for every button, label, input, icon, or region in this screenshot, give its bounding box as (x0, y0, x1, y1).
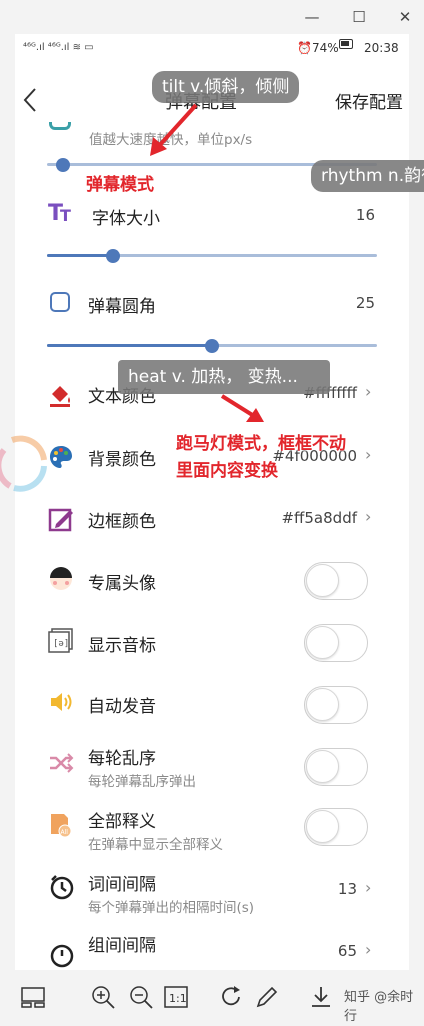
border-color-label: 边框颜色 (88, 512, 156, 532)
panel-layout-icon[interactable] (20, 984, 46, 1010)
phonetic-toggle-knob (306, 626, 339, 659)
word-interval-chevron-icon[interactable]: › (365, 878, 371, 897)
rounded-corner-icon (50, 292, 70, 312)
font-size-label: 字体大小 (92, 209, 160, 229)
font-size-slider-thumb[interactable] (106, 249, 120, 263)
settings-list: 值越大速度越快，单位px/s T T 字体大小 16 弹幕圆角 25 文本颜色 (15, 122, 409, 970)
autoplay-toggle-knob (306, 688, 339, 721)
group-timer-icon (50, 944, 74, 968)
annotation-arrow-icon (150, 103, 198, 156)
paint-bucket-icon (50, 386, 70, 407)
maximize-button[interactable]: ☐ (345, 4, 373, 30)
speed-icon (49, 122, 71, 130)
border-color-value: #ff5a8ddf (281, 509, 357, 527)
bg-color-label: 背景颜色 (88, 450, 156, 470)
autoplay-toggle[interactable] (304, 686, 368, 724)
svg-text:1:1: 1:1 (169, 992, 187, 1005)
full-definition-description: 在弹幕中显示全部释义 (88, 837, 223, 853)
font-size-value: 16 (355, 206, 375, 224)
back-arrow-icon[interactable] (19, 86, 41, 114)
font-size-slider[interactable] (47, 249, 377, 263)
phonetic-label: 显示音标 (88, 636, 156, 656)
text-color-chevron-icon[interactable]: › (365, 382, 371, 401)
battery-indicator: ⏰74% (297, 41, 339, 55)
radius-label: 弹幕圆角 (88, 297, 156, 317)
annotation-marquee-line1: 跑马灯模式，框框不动 (176, 434, 346, 454)
status-bar: ⁴⁶ᴳ.ıl ⁴⁶ᴳ.ıl ≋ ▭ ⏰74% 20:38 (15, 34, 409, 62)
avatar-toggle-knob (306, 564, 339, 597)
danmaku-bubble-heat: heat v. 加热， 变热... (118, 360, 330, 394)
avatar-icon (50, 567, 72, 590)
save-config-button[interactable]: 保存配置 (335, 88, 403, 113)
word-interval-description: 每个弹幕弹出的相隔时间(s) (88, 900, 255, 916)
zoom-in-icon[interactable] (90, 984, 116, 1010)
window-titlebar: — ☐ ✕ (0, 0, 424, 34)
bg-color-chevron-icon[interactable]: › (365, 445, 371, 464)
full-definition-toggle-knob (306, 810, 339, 843)
font-size-slider-fill (47, 254, 113, 257)
speaker-icon (51, 693, 72, 711)
phonetic-toggle[interactable] (304, 624, 368, 662)
clock: 20:38 (364, 41, 399, 55)
download-icon[interactable] (308, 984, 334, 1010)
shuffle-toggle-knob (306, 750, 339, 783)
battery-icon (339, 39, 353, 49)
word-interval-label: 词间间隔 (88, 875, 156, 895)
full-definition-icon: All (51, 814, 72, 838)
viewer-toolbar: 1:1 知乎 @余时行 (0, 970, 424, 1026)
radius-slider[interactable] (47, 339, 377, 353)
actual-size-icon[interactable]: 1:1 (163, 984, 189, 1010)
zoom-out-icon[interactable] (128, 984, 154, 1010)
watermark: 知乎 @余时行 (344, 990, 414, 1024)
signal-indicators: ⁴⁶ᴳ.ıl ⁴⁶ᴳ.ıl ≋ ▭ (23, 42, 94, 53)
radius-value: 25 (355, 294, 375, 312)
group-interval-value: 65 (337, 942, 357, 960)
group-interval-label: 组间间隔 (88, 936, 156, 956)
annotation-marquee-line2: 里面内容变换 (176, 461, 278, 481)
edit-border-icon (48, 508, 73, 532)
timer-icon (50, 875, 74, 900)
full-definition-label: 全部释义 (88, 812, 156, 832)
rotate-icon[interactable] (218, 984, 244, 1010)
shuffle-toggle[interactable] (304, 748, 368, 786)
svg-text:T: T (60, 206, 71, 224)
full-definition-toggle[interactable] (304, 808, 368, 846)
radius-slider-thumb[interactable] (205, 339, 219, 353)
svg-text:All: All (61, 829, 69, 836)
word-interval-value: 13 (337, 880, 357, 898)
group-interval-chevron-icon[interactable]: › (365, 940, 371, 959)
danmaku-bubble-rhythm: rhythm n.韵律 (311, 160, 424, 192)
annotation-danmaku-mode: 弹幕模式 (86, 175, 154, 195)
autoplay-label: 自动发音 (88, 697, 156, 717)
avatar-toggle[interactable] (304, 562, 368, 600)
floating-ring-widget[interactable] (0, 432, 48, 496)
minimize-button[interactable]: — (298, 4, 326, 30)
edit-pencil-icon[interactable] (254, 984, 280, 1010)
close-button[interactable]: ✕ (391, 4, 419, 30)
shuffle-label: 每轮乱序 (88, 749, 156, 769)
border-color-chevron-icon[interactable]: › (365, 507, 371, 526)
avatar-label: 专属头像 (88, 574, 156, 594)
shuffle-description: 每轮弹幕乱序弹出 (88, 774, 196, 790)
shuffle-icon (50, 753, 74, 773)
annotation-arrow-2-icon (220, 394, 264, 422)
phonetic-icon: [ə] (48, 628, 73, 653)
palette-icon (50, 446, 72, 468)
svg-text:[ə]: [ə] (53, 639, 69, 649)
radius-slider-fill (47, 344, 212, 347)
font-size-icon: T T (48, 201, 71, 224)
speed-slider-thumb[interactable] (56, 158, 70, 172)
